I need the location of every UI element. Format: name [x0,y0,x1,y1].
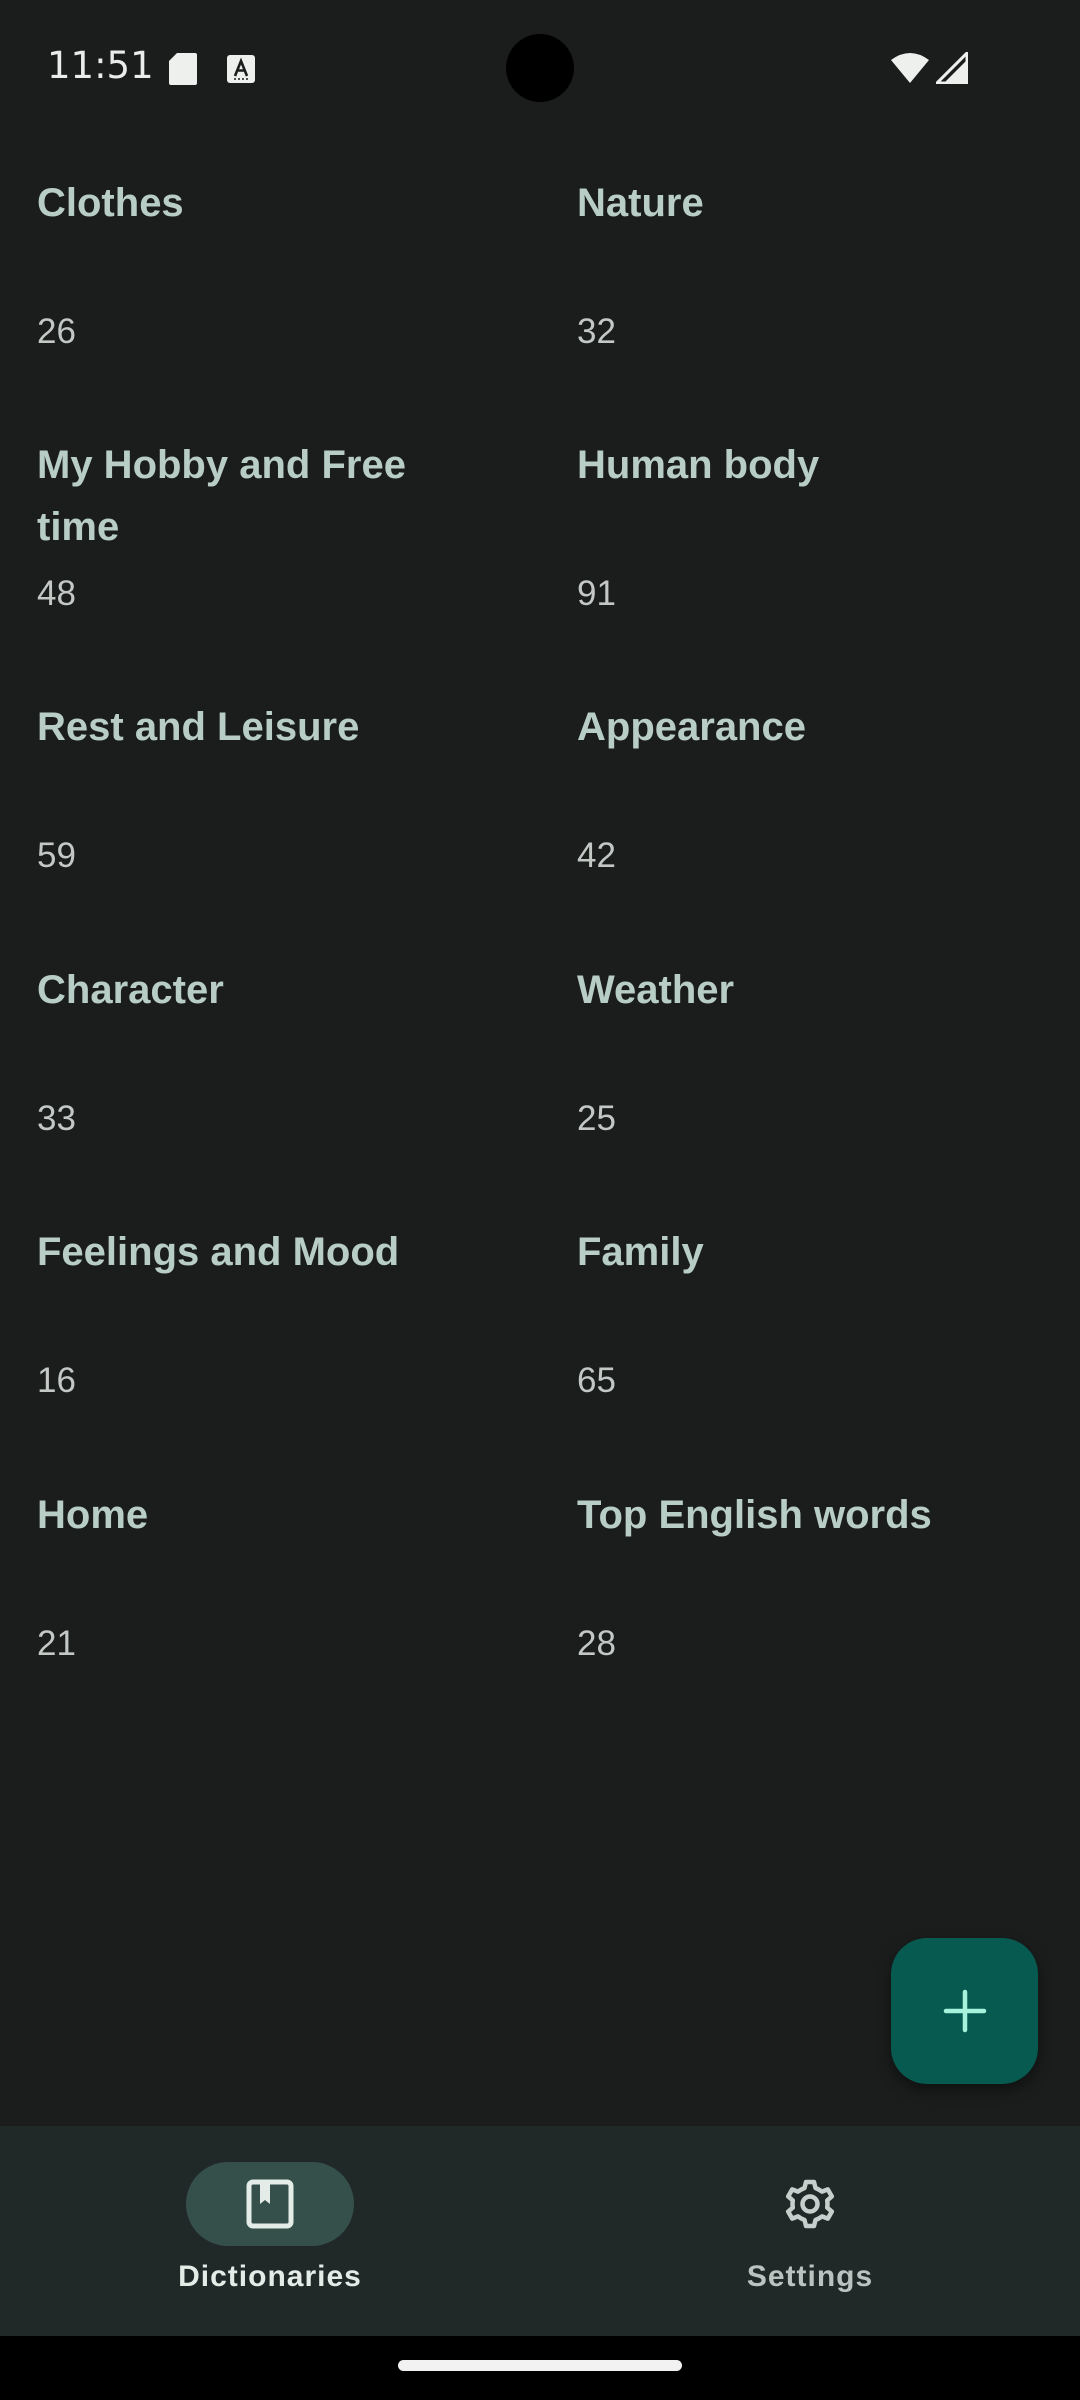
wifi-icon [891,53,929,83]
dictionary-word-count: 16 [37,1361,76,1400]
signal-icon [936,52,968,84]
dictionary-card[interactable]: My Hobby and Free time 48 [37,398,537,660]
dictionary-word-count: 65 [577,1361,616,1400]
dictionary-word-count: 25 [577,1099,616,1138]
dictionary-card[interactable]: Clothes 26 [37,136,537,398]
plus-icon [943,1989,986,2033]
dictionary-title: Rest and Leisure [37,705,360,749]
gesture-navigation-area [0,2336,1080,2400]
gesture-handle[interactable] [398,2360,682,2371]
dictionary-card[interactable]: Character 33 [37,923,537,1185]
app-screen: 11:51 Clothes 26 Nature 32 My Hobby and [0,0,1080,2400]
nav-item-settings[interactable]: Settings [540,2126,1080,2336]
camera-cutout [506,34,574,102]
nav-label-dictionaries: Dictionaries [178,2260,362,2293]
dictionary-title: Home [37,1493,149,1537]
bottom-navigation: Dictionaries Settings [0,2126,1080,2336]
dictionary-card[interactable]: Human body 91 [577,398,1077,660]
dictionary-title: Weather [577,968,735,1012]
dictionary-word-count: 42 [577,836,616,875]
dictionary-title: Top English words [577,1493,932,1537]
keyboard-a-icon [227,55,255,83]
dictionary-word-count: 91 [577,574,616,613]
dictionary-word-count: 48 [37,574,76,613]
dictionary-card[interactable]: Rest and Leisure 59 [37,660,537,922]
dictionary-word-count: 59 [37,836,76,875]
dictionary-card[interactable]: Nature 32 [577,136,1077,398]
dictionary-word-count: 28 [577,1624,616,1663]
dictionary-title: Family [577,1230,704,1274]
dictionary-grid: Clothes 26 Nature 32 My Hobby and Free t… [0,136,1080,1816]
dictionary-card[interactable]: Family 65 [577,1185,1077,1447]
status-time: 11:51 [47,44,154,87]
dictionary-title: Feelings and Mood [37,1230,400,1274]
dictionary-word-count: 33 [37,1099,76,1138]
dictionary-title: My Hobby and Free time [37,443,406,549]
sd-card-icon [169,53,197,85]
dictionary-title: Human body [577,443,820,487]
add-dictionary-button[interactable] [891,1938,1038,2084]
dictionary-word-count: 21 [37,1624,76,1663]
gear-icon [785,2179,835,2229]
dictionary-title: Clothes [37,181,184,225]
dictionary-word-count: 32 [577,312,616,351]
dictionary-card[interactable]: Weather 25 [577,923,1077,1185]
book-icon [246,2179,294,2229]
dictionary-title: Character [37,968,224,1012]
nav-label-settings: Settings [746,2260,874,2293]
dictionary-card[interactable]: Feelings and Mood 16 [37,1185,537,1447]
dictionary-title: Nature [577,181,704,225]
dictionary-title: Appearance [577,705,806,749]
status-bar: 11:51 [0,0,1080,136]
dictionary-card[interactable]: Top English words 28 [577,1448,1077,1710]
dictionary-card[interactable]: Appearance 42 [577,660,1077,922]
dictionary-card[interactable]: Home 21 [37,1448,537,1710]
nav-item-dictionaries[interactable]: Dictionaries [0,2126,540,2336]
dictionary-word-count: 26 [37,312,76,351]
